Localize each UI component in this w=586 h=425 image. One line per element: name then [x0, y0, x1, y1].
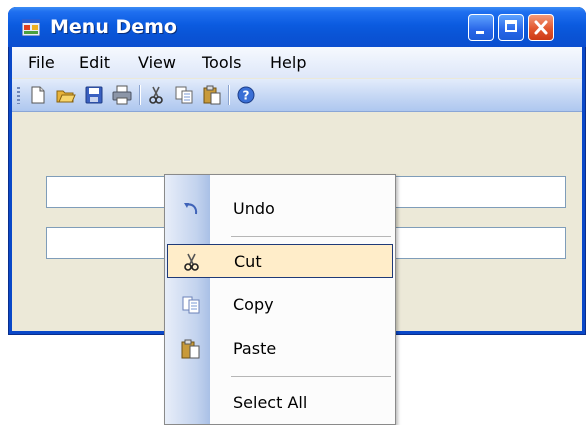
- context-menu-item-paste[interactable]: Paste: [167, 332, 393, 366]
- close-icon: [534, 20, 548, 35]
- copy-icon[interactable]: [174, 85, 194, 105]
- minimize-button[interactable]: [468, 14, 494, 41]
- context-menu-item-cut[interactable]: Cut: [167, 244, 393, 278]
- menu-tools[interactable]: Tools: [202, 53, 241, 72]
- help-icon[interactable]: ?: [236, 85, 256, 105]
- context-menu-item-undo[interactable]: Undo: [167, 192, 393, 226]
- undo-icon: [184, 203, 198, 215]
- context-menu-separator: [231, 376, 391, 377]
- minimize-icon: [476, 31, 484, 34]
- copy-icon: [182, 296, 200, 314]
- context-menu: Undo Cut Copy Paste Select All: [164, 174, 396, 425]
- context-menu-item-select-all[interactable]: Select All: [167, 386, 393, 420]
- paste-icon[interactable]: [202, 85, 222, 105]
- new-file-icon[interactable]: [28, 85, 48, 105]
- context-menu-label: Undo: [233, 199, 275, 218]
- context-menu-item-copy[interactable]: Copy: [167, 288, 393, 322]
- scissors-icon: [184, 253, 199, 271]
- context-menu-label: Copy: [233, 295, 274, 314]
- context-menu-label: Select All: [233, 393, 308, 412]
- menu-edit[interactable]: Edit: [79, 53, 110, 72]
- open-folder-icon[interactable]: [56, 85, 76, 105]
- maximize-icon: [505, 20, 517, 32]
- close-button[interactable]: [528, 14, 554, 41]
- app-icon: [22, 19, 40, 36]
- menu-help[interactable]: Help: [270, 53, 306, 72]
- toolbar: ?: [12, 79, 582, 112]
- menu-view[interactable]: View: [138, 53, 176, 72]
- context-menu-label: Cut: [234, 252, 262, 271]
- context-menu-separator: [231, 236, 391, 237]
- menu-bar: File Edit View Tools Help: [12, 47, 582, 78]
- save-icon[interactable]: [84, 85, 104, 105]
- window-title: Menu Demo: [50, 16, 177, 38]
- context-menu-label: Paste: [233, 339, 277, 358]
- svg-text:?: ?: [243, 89, 250, 103]
- print-icon[interactable]: [112, 85, 132, 105]
- title-bar[interactable]: Menu Demo: [8, 7, 586, 47]
- cut-icon[interactable]: [146, 85, 166, 105]
- toolbar-separator: [228, 85, 230, 105]
- toolbar-grip[interactable]: [17, 87, 20, 104]
- maximize-button[interactable]: [498, 14, 524, 41]
- toolbar-separator: [139, 85, 141, 105]
- menu-file[interactable]: File: [28, 53, 55, 72]
- paste-icon: [181, 339, 200, 359]
